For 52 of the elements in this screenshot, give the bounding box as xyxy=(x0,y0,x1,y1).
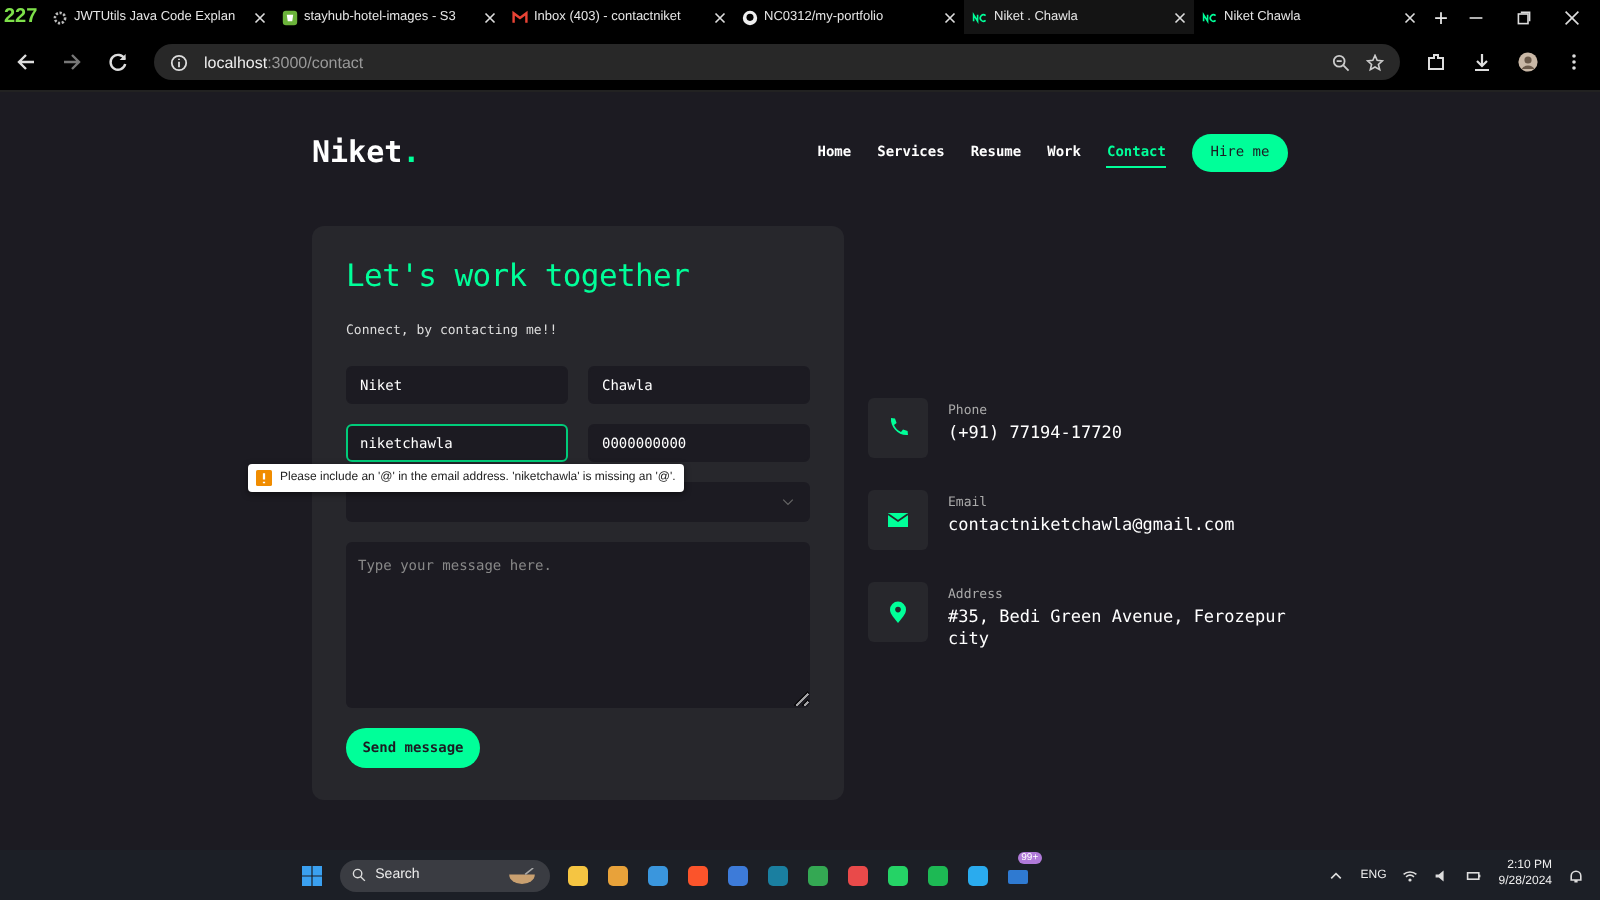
nc-logo-icon xyxy=(1202,9,1218,25)
new-tab-button[interactable]: + xyxy=(1424,3,1459,31)
app-icon[interactable] xyxy=(845,863,870,887)
form-title: Let's work together xyxy=(346,258,692,294)
location-pin-icon xyxy=(868,581,928,642)
url-host: localhost xyxy=(204,53,268,71)
mail-icon xyxy=(512,9,528,25)
contact-value: #35, Bedi Green Avenue, Ferozepur city xyxy=(948,607,1288,653)
chevron-icon xyxy=(782,498,794,506)
close-icon[interactable] xyxy=(944,11,956,23)
avatar-icon[interactable] xyxy=(1518,52,1538,72)
app-icon[interactable] xyxy=(685,863,710,887)
phone-icon xyxy=(868,397,928,458)
restore-icon[interactable] xyxy=(1516,9,1532,25)
reload-icon[interactable] xyxy=(108,52,128,72)
warning-icon xyxy=(256,470,272,486)
close-icon[interactable] xyxy=(1404,11,1416,23)
battery-icon[interactable] xyxy=(1466,867,1483,883)
frame-counter: 227 xyxy=(2,6,40,28)
star-icon[interactable] xyxy=(1366,53,1384,71)
chevron-up-icon[interactable] xyxy=(1328,867,1345,883)
close-icon[interactable] xyxy=(484,11,496,23)
search-icon xyxy=(351,868,366,882)
app-icon[interactable] xyxy=(605,863,630,887)
contact-value: contactniketchawla@gmail.com xyxy=(948,515,1237,538)
envelope-icon xyxy=(868,489,928,550)
app-icon[interactable] xyxy=(965,863,990,887)
site-logo[interactable]: Niket. xyxy=(312,134,421,170)
download-icon[interactable] xyxy=(1472,52,1492,72)
forward-icon[interactable] xyxy=(62,52,82,72)
info-icon xyxy=(170,53,188,71)
app-icon[interactable] xyxy=(565,863,590,887)
nc-logo-icon xyxy=(972,9,988,25)
address-field[interactable]: localhost:3000/contact xyxy=(154,44,1400,80)
app-icon[interactable] xyxy=(805,863,830,887)
app-icon[interactable] xyxy=(645,863,670,887)
close-icon[interactable] xyxy=(1564,9,1580,25)
url-path: :3000/contact xyxy=(267,53,364,71)
wifi-icon[interactable] xyxy=(1402,867,1419,883)
app-icon[interactable] xyxy=(925,863,950,887)
bell-icon[interactable] xyxy=(1568,867,1584,883)
extensions-icon[interactable] xyxy=(1426,52,1446,72)
back-icon[interactable] xyxy=(16,52,36,72)
close-icon[interactable] xyxy=(714,11,726,23)
zoom-icon[interactable] xyxy=(1332,53,1350,71)
app-icon[interactable] xyxy=(885,863,910,887)
contact-value: (+91) 77194-17720 xyxy=(948,423,1124,446)
bucket-icon xyxy=(282,9,298,25)
windows-start-icon[interactable] xyxy=(299,863,324,887)
close-icon[interactable] xyxy=(254,11,266,23)
bowl-icon xyxy=(505,867,538,883)
close-icon[interactable] xyxy=(1174,11,1186,23)
